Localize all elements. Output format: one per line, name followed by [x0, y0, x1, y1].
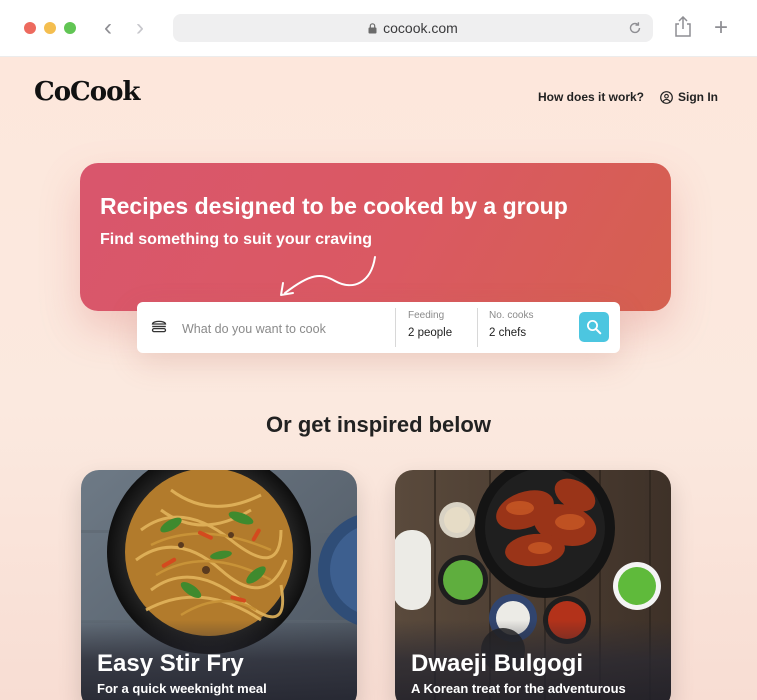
user-circle-icon	[660, 90, 673, 104]
cooks-select[interactable]: No. cooks 2 chefs	[489, 310, 533, 339]
card-subtitle: A Korean treat for the adventurous	[411, 681, 626, 696]
new-tab-icon[interactable]: +	[714, 14, 728, 42]
feeding-value: 2 people	[408, 327, 453, 339]
card-subtitle: For a quick weeknight meal	[97, 681, 267, 696]
hero-banner: Recipes designed to be cooked by a group…	[80, 163, 671, 311]
page-content: CoCook How does it work? Sign In Recipes…	[0, 57, 757, 700]
logo[interactable]: CoCook	[34, 77, 140, 107]
squiggle-arrow-icon	[280, 256, 376, 296]
back-arrow-icon[interactable]: ‹	[104, 14, 112, 42]
burger-icon	[151, 320, 167, 333]
section-title: Or get inspired below	[266, 412, 491, 437]
url-text: cocook.com	[383, 20, 458, 36]
forward-arrow-icon[interactable]: ›	[136, 14, 144, 42]
card-title: Easy Stir Fry	[97, 650, 244, 677]
share-icon[interactable]	[674, 16, 692, 38]
hero-subtitle: Find something to suit your craving	[100, 231, 373, 248]
how-it-works-link[interactable]: How does it work?	[538, 90, 644, 104]
feeding-select[interactable]: Feeding 2 people	[408, 310, 452, 339]
reload-icon[interactable]	[627, 20, 643, 36]
cooks-label: No. cooks	[489, 310, 534, 321]
hero-title: Recipes designed to be cooked by a group	[100, 193, 568, 219]
close-window-button[interactable]	[24, 22, 36, 34]
divider	[477, 308, 478, 347]
card-title: Dwaeji Bulgogi	[411, 650, 584, 677]
recipe-card-bulgogi[interactable]: Dwaeji Bulgogi A Korean treat for the ad…	[395, 470, 671, 700]
address-bar[interactable]: cocook.com	[173, 14, 653, 42]
sign-in-link[interactable]: Sign In	[660, 90, 718, 104]
sign-in-label: Sign In	[678, 90, 718, 104]
divider	[395, 308, 396, 347]
recipe-card-stir-fry[interactable]: Easy Stir Fry For a quick weeknight meal	[81, 470, 357, 700]
search-input[interactable]	[180, 317, 394, 341]
search-button[interactable]	[579, 312, 609, 342]
search-icon	[587, 320, 602, 335]
lock-icon	[368, 23, 377, 34]
browser-toolbar: ‹ › cocook.com +	[0, 0, 757, 57]
recipe-search-bar: Feeding 2 people No. cooks 2 chefs	[137, 302, 620, 353]
minimize-window-button[interactable]	[44, 22, 56, 34]
maximize-window-button[interactable]	[64, 22, 76, 34]
cooks-value: 2 chefs	[489, 327, 527, 339]
feeding-label: Feeding	[408, 310, 445, 321]
